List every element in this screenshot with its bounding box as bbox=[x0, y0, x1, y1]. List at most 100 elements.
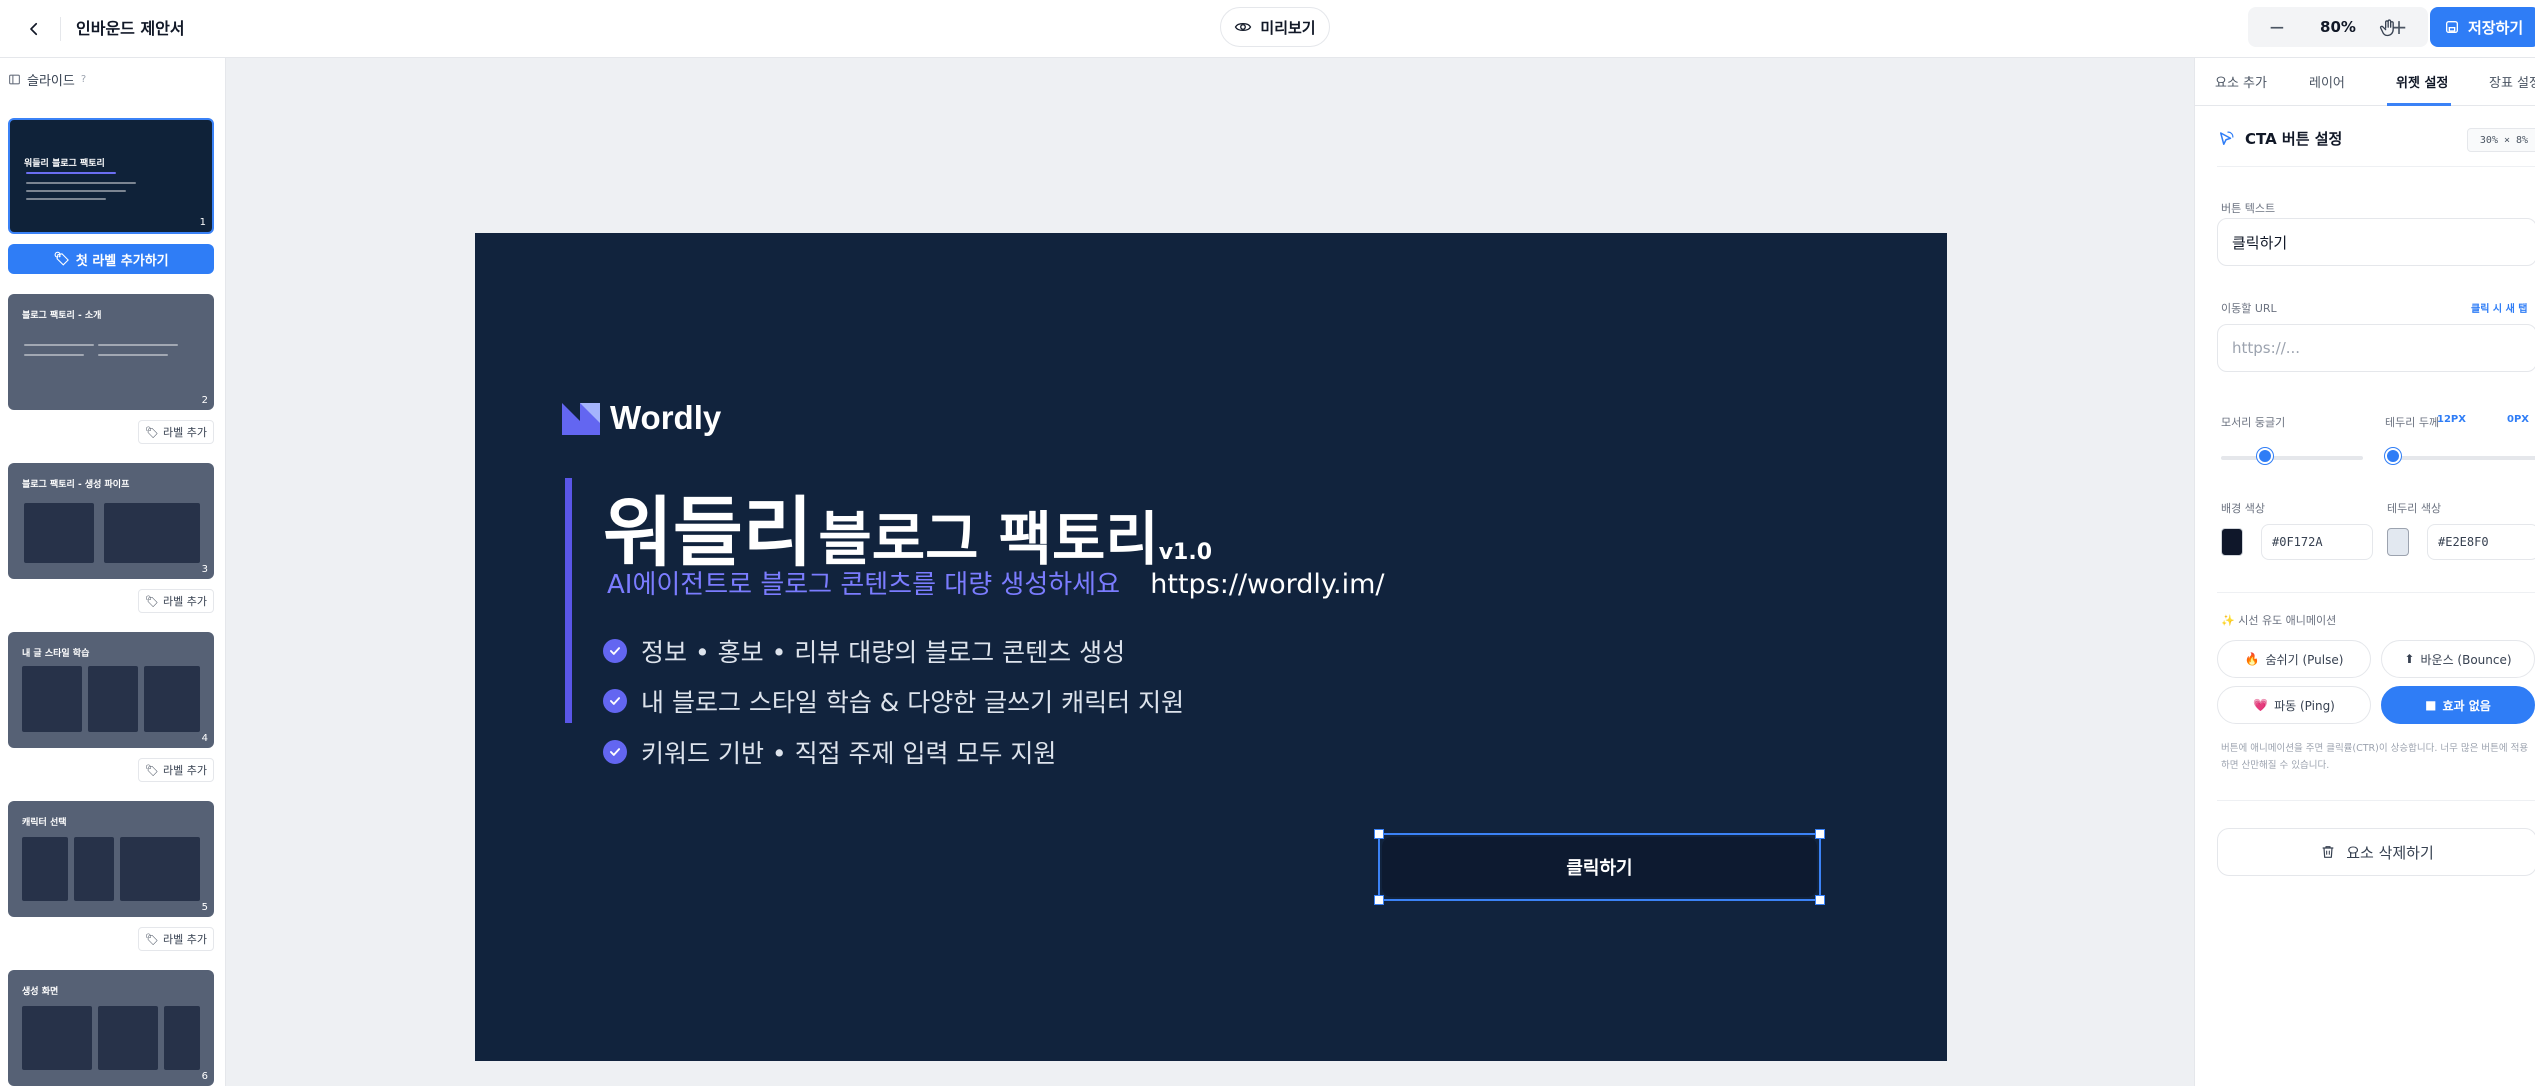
back-button[interactable] bbox=[16, 11, 52, 47]
feature-text: 정보 • 홍보 • 리뷰 대량의 블로그 콘텐츠 생성 bbox=[641, 638, 1126, 667]
trash-icon bbox=[2322, 846, 2334, 858]
save-button[interactable]: 저장하기 bbox=[2430, 7, 2535, 47]
headline-product: 블로그 팩토리 bbox=[818, 505, 1159, 573]
resize-handle-bottom-left[interactable] bbox=[1374, 895, 1384, 905]
delete-element-button[interactable]: 요소 삭제하기 bbox=[2217, 828, 2535, 876]
radius-slider-knob[interactable] bbox=[2257, 448, 2273, 464]
anim-pulse-button[interactable]: 🔥 숨쉬기 (Pulse) bbox=[2217, 640, 2371, 678]
fire-icon: 🔥 bbox=[2244, 652, 2260, 666]
thumb-block bbox=[98, 1006, 158, 1070]
animation-label: ✨ 시선 유도 애니메이션 bbox=[2221, 614, 2337, 627]
slide-thumb-title: 생성 화면 bbox=[22, 987, 59, 997]
anim-ping-button[interactable]: 💗 파동 (Ping) bbox=[2217, 686, 2371, 724]
slide-number: 1 bbox=[199, 217, 206, 228]
border-width-slider[interactable] bbox=[2385, 456, 2535, 460]
tab-widget-settings[interactable]: 위젯 설정 bbox=[2396, 72, 2448, 91]
slide-thumbnail-4[interactable]: 내 글 스타일 학습 4 bbox=[8, 632, 214, 748]
button-text-label: 버튼 텍스트 bbox=[2221, 202, 2276, 215]
tag-icon: 🏷 bbox=[145, 932, 159, 946]
border-color-swatch[interactable] bbox=[2387, 528, 2409, 556]
zoom-out-button[interactable]: − bbox=[2262, 15, 2292, 39]
sidebar-title: 슬라이드 bbox=[27, 74, 75, 89]
divider bbox=[2217, 800, 2535, 801]
add-label-button[interactable]: 🏷 라벨 추가 bbox=[138, 927, 214, 951]
slide-thumb-title: 내 글 스타일 학습 bbox=[22, 649, 90, 659]
add-first-label-button[interactable]: 🏷 첫 라벨 추가하기 bbox=[8, 244, 214, 274]
cta-button[interactable]: 클릭하기 bbox=[1382, 837, 1817, 897]
feature-item: 정보 • 홍보 • 리뷰 대량의 블로그 콘텐츠 생성 bbox=[603, 633, 1125, 669]
tab-slide-settings[interactable]: 장표 설정 bbox=[2489, 72, 2535, 91]
slide-canvas[interactable]: Wordly 워들리 블로그 팩토리v1.0 AI에이전트로 블로그 콘텐츠를 … bbox=[475, 233, 1947, 1061]
thumb-block bbox=[144, 666, 200, 732]
cursor-click-icon bbox=[2220, 131, 2234, 145]
tag-icon: 🏷 bbox=[145, 594, 159, 608]
wordly-logo: Wordly bbox=[560, 399, 721, 437]
border-color-hex-input[interactable]: #E2E8F0 bbox=[2427, 524, 2535, 560]
anim-bounce-button[interactable]: ⬆ 바운스 (Bounce) bbox=[2381, 640, 2535, 678]
thumb-block bbox=[164, 1006, 200, 1070]
panel-tabs: 요소 추가 레이어 위젯 설정 장표 설정 bbox=[2195, 58, 2535, 106]
feature-item: 키워드 기반 • 직접 주제 입력 모두 지원 bbox=[603, 734, 1056, 770]
save-label: 저장하기 bbox=[2468, 18, 2524, 37]
section-title: CTA 버튼 설정 bbox=[2217, 128, 2342, 149]
slide-thumbnail-6[interactable]: 생성 화면 6 bbox=[8, 970, 214, 1086]
slide-thumb-title: 블로그 팩토리 - 소개 bbox=[22, 311, 102, 321]
feature-text: 키워드 기반 • 직접 주제 입력 모두 지원 bbox=[641, 739, 1057, 768]
thumb-line bbox=[26, 182, 136, 184]
resize-handle-top-left[interactable] bbox=[1374, 829, 1384, 839]
slide-thumbnail-3[interactable]: 블로그 팩토리 - 생성 파이프 3 bbox=[8, 463, 214, 579]
headline-version: v1.0 bbox=[1158, 540, 1213, 565]
tab-add-element[interactable]: 요소 추가 bbox=[2215, 72, 2267, 91]
border-width-slider-knob[interactable] bbox=[2385, 448, 2401, 464]
active-tab-indicator bbox=[2387, 103, 2451, 106]
new-tab-badge[interactable]: 클릭 시 새 탭 bbox=[2471, 300, 2527, 315]
chevron-left-icon bbox=[30, 22, 38, 36]
slide-thumbnail-2[interactable]: 블로그 팩토리 - 소개 2 bbox=[8, 294, 214, 410]
feature-item: 내 블로그 스타일 학습 & 다양한 글쓰기 캐릭터 지원 bbox=[603, 683, 1184, 719]
cta-selection[interactable]: 클릭하기 bbox=[1374, 829, 1825, 905]
subtitle-text: AI에이전트로 블로그 콘텐츠를 대량 생성하세요 bbox=[607, 570, 1120, 600]
slide-thumb-title: 블로그 팩토리 - 생성 파이프 bbox=[22, 480, 130, 490]
animation-note: 버튼에 애니메이션을 주면 클릭률(CTR)이 상승합니다. 너무 많은 버튼에… bbox=[2221, 743, 2529, 771]
radius-slider[interactable] bbox=[2221, 456, 2363, 460]
slide-number: 4 bbox=[201, 733, 208, 744]
add-label-text: 라벨 추가 bbox=[162, 426, 207, 439]
bg-color-swatch[interactable] bbox=[2221, 528, 2243, 556]
eye-icon bbox=[1235, 22, 1252, 32]
help-icon[interactable]: ? bbox=[81, 74, 86, 85]
slides-sidebar: 슬라이드 ? 워들리 블로그 팩토리 1 🏷 첫 라벨 추가하기 블로그 팩토리… bbox=[0, 58, 226, 1086]
thumb-block bbox=[74, 837, 114, 901]
resize-handle-top-right[interactable] bbox=[1815, 829, 1825, 839]
hand-tool-button[interactable] bbox=[2373, 12, 2405, 44]
size-chip: 30% × 8% bbox=[2467, 128, 2535, 152]
logo-text: Wordly bbox=[610, 399, 722, 436]
slide-thumbnail-1[interactable]: 워들리 블로그 팩토리 1 bbox=[8, 118, 214, 234]
add-label-button[interactable]: 🏷 라벨 추가 bbox=[138, 420, 214, 444]
thumb-block bbox=[88, 666, 138, 732]
preview-label: 미리보기 bbox=[1260, 18, 1316, 37]
anim-none-button[interactable]: ■ 효과 없음 bbox=[2381, 686, 2535, 724]
preview-button[interactable]: 미리보기 bbox=[1220, 7, 1330, 47]
check-circle-icon bbox=[603, 689, 627, 713]
url-input[interactable]: https://... bbox=[2217, 324, 2535, 372]
animation-label-text: 시선 유도 애니메이션 bbox=[2238, 614, 2337, 627]
bg-color-hex-input[interactable]: #0F172A bbox=[2261, 524, 2373, 560]
thumb-block bbox=[22, 666, 82, 732]
tab-layers[interactable]: 레이어 bbox=[2309, 72, 2345, 91]
resize-handle-bottom-right[interactable] bbox=[1815, 895, 1825, 905]
add-first-label-text: 첫 라벨 추가하기 bbox=[75, 253, 169, 269]
delete-label: 요소 삭제하기 bbox=[2346, 843, 2434, 862]
check-circle-icon bbox=[603, 639, 627, 663]
thumb-block bbox=[24, 503, 94, 563]
add-label-text: 라벨 추가 bbox=[162, 595, 207, 608]
bg-color-label: 배경 색상 bbox=[2221, 502, 2265, 515]
button-text-input[interactable]: 클릭하기 bbox=[2217, 218, 2535, 266]
top-bar: 인바운드 제안서 미리보기 − 80% + 저장하기 bbox=[0, 0, 2535, 58]
add-label-button[interactable]: 🏷 라벨 추가 bbox=[138, 758, 214, 782]
radius-value: 12PX bbox=[2437, 414, 2466, 425]
thumb-line bbox=[98, 344, 178, 346]
stop-icon: ■ bbox=[2425, 698, 2437, 712]
add-label-button[interactable]: 🏷 라벨 추가 bbox=[138, 589, 214, 613]
thumb-block bbox=[120, 837, 200, 901]
slide-thumbnail-5[interactable]: 캐릭터 선택 5 bbox=[8, 801, 214, 917]
